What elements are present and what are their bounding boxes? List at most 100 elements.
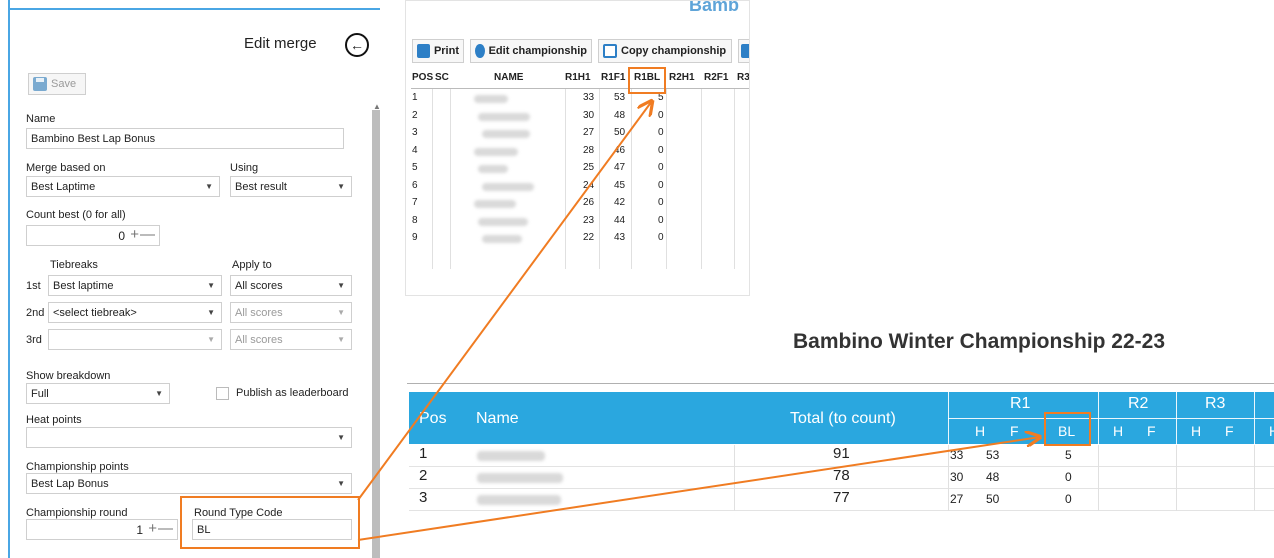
grid-h1-cell: 26 — [583, 197, 595, 208]
grid-f1-cell: 43 — [614, 232, 626, 243]
championship-round-value: 1 — [136, 523, 143, 537]
back-arrow-icon[interactable]: ← — [345, 33, 369, 57]
more-toolbar-button[interactable] — [738, 39, 749, 63]
grid-f1-cell: 50 — [614, 127, 626, 138]
row-divider — [1254, 445, 1255, 467]
publish-leaderboard-checkbox[interactable] — [216, 387, 229, 400]
header-r1-h: H — [975, 423, 986, 439]
table-row[interactable]: 3 77 27 50 0 — [409, 489, 1274, 511]
row-divider — [1176, 489, 1177, 511]
title-divider — [407, 383, 1274, 384]
save-button[interactable]: Save — [28, 73, 86, 95]
grid-pos-cell: 8 — [412, 214, 418, 226]
count-best-label: Count best (0 for all) — [26, 209, 126, 221]
grid-bl-cell: 0 — [658, 232, 664, 243]
header-divider — [1176, 392, 1177, 444]
minus-icon[interactable]: — — [140, 226, 155, 243]
row-r1-bl: 0 — [1065, 492, 1072, 506]
tiebreak-1-value: Best laptime — [53, 279, 114, 292]
grid-f1-cell: 47 — [614, 162, 626, 173]
round-type-code-highlight — [180, 496, 360, 549]
copy-icon — [603, 44, 617, 58]
grid-bl-cell: 0 — [658, 127, 664, 138]
col-r1f1[interactable]: R1F1 — [601, 72, 625, 83]
using-select[interactable]: Best result ▼ — [230, 176, 352, 197]
header-name: Name — [476, 410, 519, 427]
grid-heading: Bamb — [689, 0, 740, 15]
show-breakdown-value: Full — [31, 387, 49, 400]
edit-championship-button[interactable]: Edit championship — [470, 39, 592, 63]
header-r2-f: F — [1147, 423, 1156, 439]
name-input[interactable]: Bambino Best Lap Bonus — [26, 128, 344, 149]
row-divider — [948, 489, 949, 511]
championship-round-stepper[interactable]: 1 + — — [26, 519, 178, 540]
header-divider — [1098, 392, 1099, 444]
merge-based-on-value: Best Laptime — [31, 180, 96, 193]
tiebreak-3-select[interactable]: ▼ — [48, 329, 222, 350]
blurred-name — [474, 147, 518, 156]
col-pos[interactable]: POS — [412, 72, 433, 83]
chevron-down-icon: ▼ — [205, 182, 213, 191]
grid-f1-cell: 48 — [614, 109, 626, 121]
row-pos: 3 — [419, 489, 428, 506]
merge-based-on-select[interactable]: Best Laptime ▼ — [26, 176, 220, 197]
heat-points-select[interactable]: ▼ — [26, 427, 352, 448]
plus-icon[interactable]: + — [148, 520, 157, 537]
row-r1-h: 33 — [950, 448, 964, 462]
grid-pos-cell: 3 — [412, 127, 418, 138]
grid-bl-cell: 0 — [658, 179, 664, 191]
name-value: Bambino Best Lap Bonus — [31, 132, 156, 145]
show-breakdown-select[interactable]: Full ▼ — [26, 383, 170, 404]
row-divider — [1176, 445, 1177, 467]
grid-h1-cell: 25 — [583, 162, 595, 173]
col-sc[interactable]: SC — [435, 72, 449, 83]
apply-to-label: Apply to — [232, 259, 272, 271]
apply-to-2-select[interactable]: All scores ▼ — [230, 302, 352, 323]
copy-championship-button[interactable]: Copy championship — [598, 39, 732, 63]
tiebreak-1-select[interactable]: Best laptime ▼ — [48, 275, 222, 296]
col-r3[interactable]: R3 — [737, 72, 749, 83]
championship-points-value: Best Lap Bonus — [31, 477, 109, 490]
table-row[interactable]: 2 78 30 48 0 — [409, 467, 1274, 489]
row-pos: 1 — [419, 445, 428, 462]
save-label: Save — [51, 78, 77, 90]
apply-to-3-value: All scores — [235, 333, 283, 346]
count-best-stepper[interactable]: 0 + — — [26, 225, 160, 246]
header-extra-h: H — [1269, 423, 1274, 439]
grid-pos-cell: 5 — [412, 162, 418, 173]
apply-to-1-value: All scores — [235, 279, 283, 292]
grid-divider — [734, 89, 735, 269]
blurred-name — [482, 235, 522, 243]
chevron-down-icon: ▼ — [337, 433, 345, 442]
scrollbar[interactable] — [372, 110, 380, 558]
championship-round-label: Championship round — [26, 507, 128, 519]
col-r2h1[interactable]: R2H1 — [669, 72, 695, 83]
col-name[interactable]: NAME — [494, 72, 523, 83]
minus-icon[interactable]: — — [158, 520, 173, 537]
edit-merge-panel: Edit merge ← Save ▲ Name Bambino Best La… — [8, 0, 380, 558]
championship-points-select[interactable]: Best Lap Bonus ▼ — [26, 473, 352, 494]
using-value: Best result — [235, 180, 287, 193]
plus-icon[interactable]: + — [130, 226, 139, 243]
col-r2f1[interactable]: R2F1 — [704, 72, 728, 83]
grid-divider — [565, 89, 566, 269]
championship-points-label: Championship points — [26, 461, 129, 473]
table-row[interactable]: 1 91 33 53 5 — [409, 445, 1274, 467]
row-r1-f: 48 — [986, 470, 1000, 484]
row-total: 91 — [833, 445, 850, 462]
grid-f1-cell: 44 — [614, 214, 626, 226]
blurred-name — [477, 451, 545, 461]
row-pos: 2 — [419, 467, 428, 484]
row-divider — [1098, 489, 1099, 511]
print-button[interactable]: Print — [412, 39, 464, 63]
grid-h1-cell: 24 — [583, 179, 595, 191]
header-pos: Pos — [419, 410, 447, 427]
row-divider — [1176, 467, 1177, 489]
apply-to-1-select[interactable]: All scores ▼ — [230, 275, 352, 296]
results-grid-panel: Bamb Print Edit championship Copy champi… — [405, 0, 750, 296]
blurred-name — [474, 200, 516, 208]
tiebreak-2-select[interactable]: <select tiebreak> ▼ — [48, 302, 222, 323]
apply-to-3-select[interactable]: All scores ▼ — [230, 329, 352, 350]
row-divider — [1254, 467, 1255, 489]
col-r1h1[interactable]: R1H1 — [565, 72, 591, 83]
